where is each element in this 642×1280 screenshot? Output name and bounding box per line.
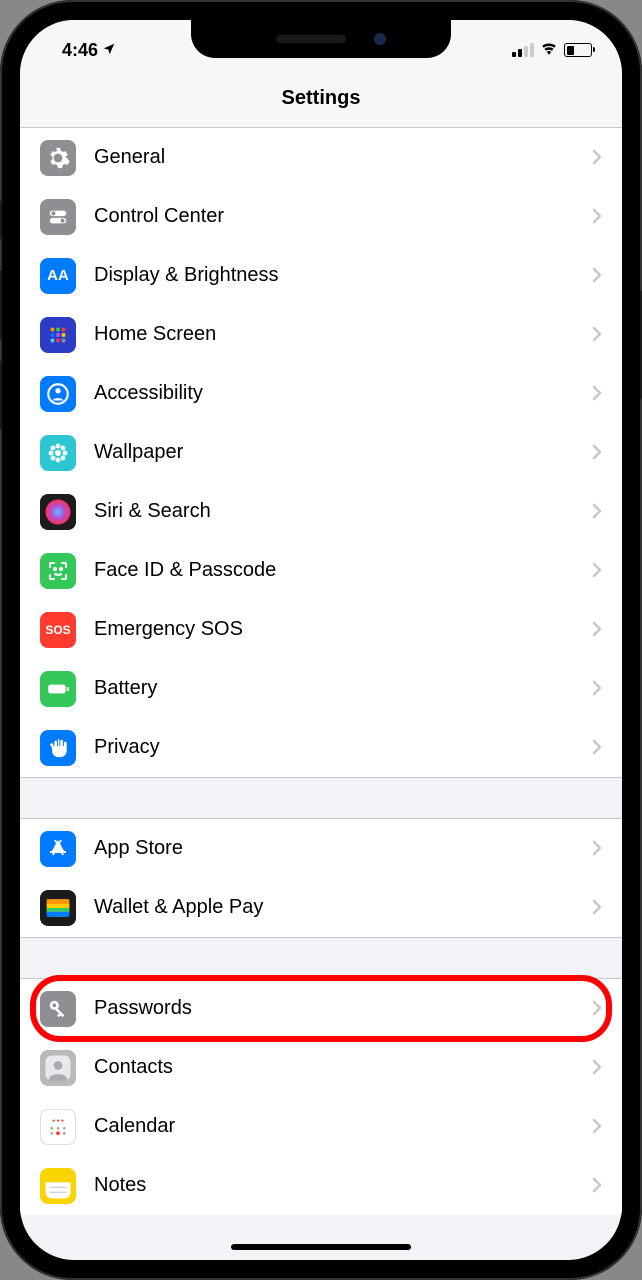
chevron-right-icon <box>592 676 602 702</box>
home-screen-icon <box>40 317 76 353</box>
chevron-right-icon <box>592 836 602 862</box>
chevron-right-icon <box>592 1173 602 1199</box>
settings-row-accessibility[interactable]: Accessibility <box>20 364 622 423</box>
notch <box>191 20 451 58</box>
notes-icon <box>40 1168 76 1204</box>
chevron-right-icon <box>592 322 602 348</box>
speaker-grille <box>276 35 346 43</box>
chevron-right-icon <box>592 996 602 1022</box>
status-time: 4:46 <box>62 40 98 61</box>
battery-icon <box>564 43 592 57</box>
row-label: Emergency SOS <box>94 618 592 641</box>
row-label: Calendar <box>94 1115 592 1138</box>
row-label: Wallpaper <box>94 441 592 464</box>
row-label: Display & Brightness <box>94 264 592 287</box>
settings-row-privacy[interactable]: Privacy <box>20 718 622 777</box>
page-title: Settings <box>282 87 361 110</box>
wallet-icon <box>40 890 76 926</box>
wallpaper-icon <box>40 435 76 471</box>
chevron-right-icon <box>592 381 602 407</box>
chevron-right-icon <box>592 558 602 584</box>
nav-header: Settings <box>20 70 622 128</box>
device-frame: 4:46 Settings GeneralControl <box>0 0 642 1280</box>
accessibility-icon <box>40 376 76 412</box>
screen: 4:46 Settings GeneralControl <box>20 20 622 1260</box>
settings-list[interactable]: General Control Center AA Display & Brightn… <box>20 128 622 1260</box>
row-label: Siri & Search <box>94 500 592 523</box>
contacts-icon <box>40 1050 76 1086</box>
appstore-icon <box>40 831 76 867</box>
chevron-right-icon <box>592 1055 602 1081</box>
chevron-right-icon <box>592 499 602 525</box>
settings-row-control-center[interactable]: Control Center <box>20 187 622 246</box>
home-indicator[interactable] <box>231 1244 411 1250</box>
settings-row-contacts[interactable]: Contacts <box>20 1038 622 1097</box>
location-icon <box>102 40 116 61</box>
sos-icon: SOS <box>40 612 76 648</box>
mute-switch <box>0 200 2 240</box>
row-label: Control Center <box>94 205 592 228</box>
settings-row-notes[interactable]: Notes <box>20 1156 622 1215</box>
volume-up-button <box>0 270 2 340</box>
settings-row-home-screen[interactable]: Home Screen <box>20 305 622 364</box>
settings-row-passwords[interactable]: Passwords <box>20 979 622 1038</box>
passwords-icon <box>40 991 76 1027</box>
settings-row-sos[interactable]: SOS Emergency SOS <box>20 600 622 659</box>
battery-icon <box>40 671 76 707</box>
display-icon: AA <box>40 258 76 294</box>
row-label: Home Screen <box>94 323 592 346</box>
faceid-icon <box>40 553 76 589</box>
chevron-right-icon <box>592 204 602 230</box>
row-label: Face ID & Passcode <box>94 559 592 582</box>
row-label: Contacts <box>94 1056 592 1079</box>
chevron-right-icon <box>592 1114 602 1140</box>
section-separator <box>20 777 622 819</box>
settings-row-display[interactable]: AA Display & Brightness <box>20 246 622 305</box>
wifi-icon <box>540 41 558 60</box>
chevron-right-icon <box>592 440 602 466</box>
siri-icon <box>40 494 76 530</box>
control-center-icon <box>40 199 76 235</box>
settings-row-faceid[interactable]: Face ID & Passcode <box>20 541 622 600</box>
settings-row-siri[interactable]: Siri & Search <box>20 482 622 541</box>
svg-text:● ● ●: ● ● ● <box>52 1118 64 1124</box>
row-label: Accessibility <box>94 382 592 405</box>
settings-row-battery[interactable]: Battery <box>20 659 622 718</box>
privacy-icon <box>40 730 76 766</box>
settings-row-general[interactable]: General <box>20 128 622 187</box>
front-camera <box>374 33 386 45</box>
chevron-right-icon <box>592 895 602 921</box>
settings-row-appstore[interactable]: App Store <box>20 819 622 878</box>
cellular-signal-icon <box>512 43 534 57</box>
chevron-right-icon <box>592 735 602 761</box>
row-label: Battery <box>94 677 592 700</box>
row-label: Passwords <box>94 997 592 1020</box>
settings-row-wallpaper[interactable]: Wallpaper <box>20 423 622 482</box>
settings-row-wallet[interactable]: Wallet & Apple Pay <box>20 878 622 937</box>
volume-down-button <box>0 360 2 430</box>
row-label: General <box>94 146 592 169</box>
settings-row-calendar[interactable]: ● ● ● Calendar <box>20 1097 622 1156</box>
chevron-right-icon <box>592 617 602 643</box>
general-icon <box>40 140 76 176</box>
row-label: Notes <box>94 1174 592 1197</box>
calendar-icon: ● ● ● <box>40 1109 76 1145</box>
row-label: Wallet & Apple Pay <box>94 896 592 919</box>
section-separator <box>20 937 622 979</box>
row-label: Privacy <box>94 736 592 759</box>
chevron-right-icon <box>592 145 602 171</box>
row-label: App Store <box>94 837 592 860</box>
chevron-right-icon <box>592 263 602 289</box>
